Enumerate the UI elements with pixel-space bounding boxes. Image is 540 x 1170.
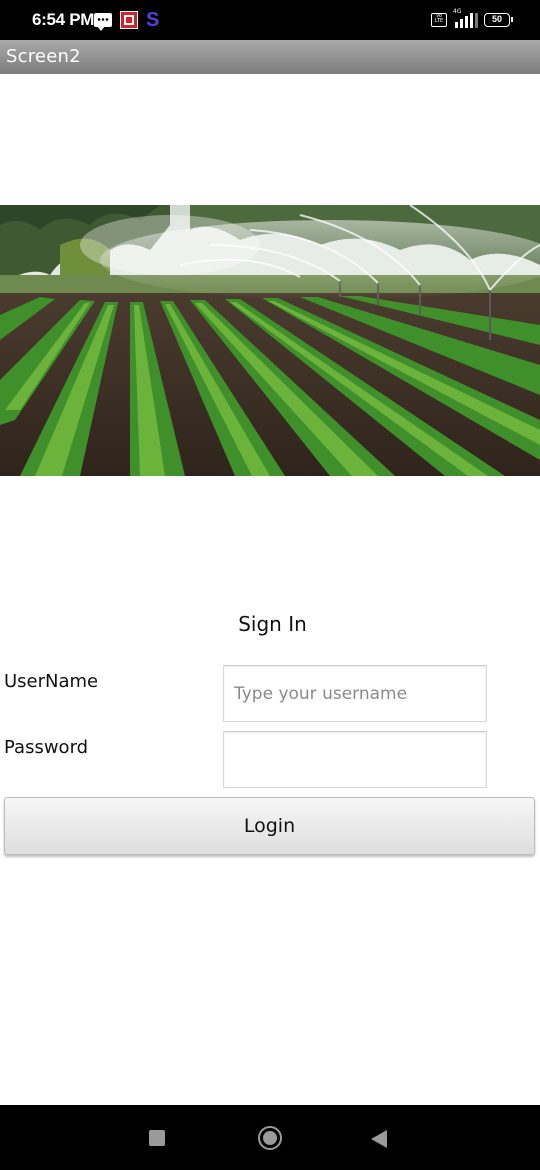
volte-icon: Vo LTE [431,13,447,27]
s-app-icon: S [146,9,160,31]
signal-4g-icon: 4G [453,8,478,28]
system-icons: Vo LTE 4G 50 [431,8,513,28]
notification-icons: S [94,9,160,31]
app-title: Screen2 [6,46,81,67]
back-icon[interactable] [371,1130,387,1148]
recent-apps-icon[interactable] [149,1130,165,1146]
password-label: Password [4,737,89,758]
sign-in-title: Sign In [238,612,307,636]
battery-icon: 50 [484,13,513,27]
username-input[interactable] [223,665,487,722]
network-type: 4G [453,8,462,15]
status-time: 6:54 PM [32,10,95,29]
status-bar: 6:54 PM S Vo LTE 4G 50 [0,0,540,40]
password-input[interactable] [223,731,487,788]
navigation-bar [0,1105,540,1170]
home-icon[interactable] [258,1126,282,1150]
message-icon [94,13,112,31]
app-notification-icon [120,11,138,29]
username-label: UserName [4,671,99,692]
farm-field-sprinkler-image [0,205,540,476]
login-button[interactable]: Login [4,797,535,855]
app-title-bar: Screen2 [0,40,540,74]
screen: 6:54 PM S Vo LTE 4G 50 Screen2 Sign In U… [0,0,540,1170]
